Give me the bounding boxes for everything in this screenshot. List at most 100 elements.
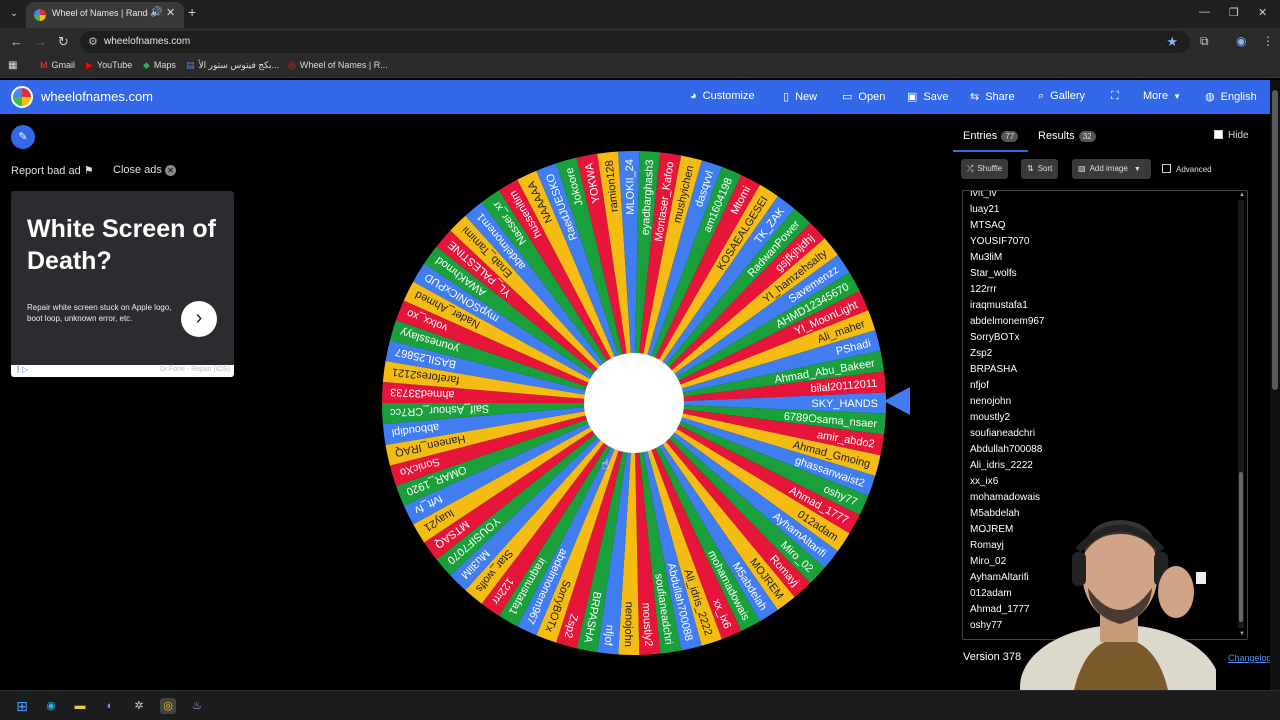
close-tab-icon[interactable]: ✕: [166, 6, 175, 19]
extensions-icon[interactable]: ⧉: [1200, 34, 1209, 49]
entry-line: fvft_fv: [970, 190, 997, 199]
globe-icon: ◍: [1205, 91, 1215, 103]
entry-line: luay21: [970, 204, 1000, 215]
windows-start-icon[interactable]: ⊞: [14, 698, 30, 714]
brand-title[interactable]: wheelofnames.com: [41, 89, 153, 104]
bookmark-gmail[interactable]: M Gmail: [40, 60, 75, 70]
report-bad-ad-link[interactable]: Report bad ad ⚑: [11, 164, 94, 177]
scroll-up-icon[interactable]: ▲: [1239, 192, 1245, 198]
audio-icon[interactable]: 🔊: [150, 7, 162, 18]
file-explorer-icon[interactable]: ▬: [72, 698, 88, 714]
ad-arrow-icon[interactable]: ›: [181, 301, 217, 337]
adchoices-icon[interactable]: ⋮▷: [14, 365, 28, 374]
tab-results[interactable]: Results 32: [1038, 130, 1096, 142]
browser-menu-icon[interactable]: ⋮: [1262, 34, 1274, 48]
profile-icon[interactable]: ◉: [1236, 34, 1246, 48]
site-info-icon[interactable]: ⚙: [88, 35, 98, 48]
gallery-button[interactable]: ⌕ Gallery: [1038, 90, 1085, 103]
entry-line: nfjof: [970, 380, 989, 391]
tab-entries[interactable]: Entries 77: [952, 130, 1029, 152]
entry-line: BRPASHA: [970, 364, 1018, 375]
entry-line: M5abdelah: [970, 508, 1020, 519]
palette-icon: ◕: [690, 90, 697, 102]
entry-line: Abdullah700088: [970, 444, 1043, 455]
open-button[interactable]: ▭ Open: [842, 90, 885, 103]
ad-footer: ⋮▷ Dr.Fone - Repair (iOS): [11, 365, 234, 377]
entry-line: YOUSIF7070: [970, 236, 1030, 247]
entry-line: mohamadowais: [970, 492, 1041, 503]
flag-icon: ⚑: [83, 165, 94, 177]
bookmark-wheel[interactable]: ◎ Wheel of Names | R...: [288, 60, 388, 71]
shuffle-icon: ⤮: [967, 164, 974, 173]
entry-line: Romayj: [970, 540, 1004, 551]
wheel-segment-label: SKY_HANDS: [811, 398, 878, 410]
edge-icon[interactable]: ◉: [43, 698, 59, 714]
url-text: wheelofnames.com: [104, 36, 191, 47]
chevron-down-icon: ▼: [1173, 92, 1181, 101]
wheel-icon: ◎: [288, 60, 296, 70]
save-icon: ▣: [907, 91, 918, 103]
advanced-checkbox[interactable]: Advanced: [1162, 164, 1212, 174]
advertisement[interactable]: White Screen of Death? Repair white scre…: [11, 191, 234, 377]
entry-line: soufianeadchri: [970, 428, 1036, 439]
hide-checkbox[interactable]: Hide: [1214, 130, 1249, 141]
customize-button[interactable]: ◕ Customize: [690, 90, 755, 102]
sort-icon: ⇅: [1027, 164, 1034, 173]
entry-line: Mu3liM: [970, 252, 1003, 263]
changelog-link[interactable]: Changelog: [1228, 653, 1272, 663]
tab-search-icon[interactable]: ⌄: [6, 6, 22, 22]
add-image-button[interactable]: ▨ Add image ▼: [1072, 159, 1151, 179]
close-window-icon[interactable]: ✕: [1258, 6, 1267, 19]
entry-line: moustly2: [970, 412, 1011, 423]
wheel-segment-label: MLOKII_24: [624, 159, 637, 215]
share-icon: ⇆: [970, 91, 980, 103]
edit-pencil-icon[interactable]: ✎: [11, 125, 35, 149]
page-scrollbar-thumb[interactable]: [1272, 90, 1278, 390]
share-button[interactable]: ⇆ Share: [970, 90, 1015, 103]
bookmark-star-icon[interactable]: ★: [1166, 34, 1178, 50]
steam-icon[interactable]: ♨: [189, 698, 205, 714]
app-icon[interactable]: ✲: [131, 698, 147, 714]
entry-line: Miro_02: [970, 556, 1007, 567]
entry-line: 122rrr: [970, 284, 997, 295]
version-label: Version 378: [963, 651, 1022, 663]
site-header: wheelofnames.com ◕ Customize ▯ New ▭ Open ▣…: [0, 80, 1280, 114]
wheel-pointer-icon: [884, 387, 910, 415]
wheel-logo-icon[interactable]: [11, 86, 33, 108]
scrollbar-thumb[interactable]: [1239, 472, 1243, 622]
restore-icon[interactable]: ❐: [1229, 6, 1239, 19]
checkbox-icon: [1162, 164, 1171, 173]
ad-body: Repair white screen stuck on Apple logo,…: [27, 303, 172, 323]
bookmark-maps[interactable]: ◆ Maps: [143, 60, 176, 71]
more-button[interactable]: More ▼: [1143, 90, 1187, 102]
fullscreen-button[interactable]: ⛶: [1111, 90, 1125, 103]
apps-icon[interactable]: ▦: [8, 60, 17, 71]
minimize-icon[interactable]: —: [1199, 6, 1210, 18]
entry-line: Star_wolfs: [970, 268, 1017, 279]
sort-button[interactable]: ⇅ Sort: [1021, 159, 1059, 179]
bookmark-youtube[interactable]: ▶ YouTube: [86, 60, 132, 71]
language-button[interactable]: ◍ English: [1205, 90, 1257, 103]
page-scrollbar[interactable]: [1270, 80, 1280, 690]
new-button[interactable]: ▯ New: [783, 90, 817, 103]
entry-line: SorryBOTx: [970, 332, 1020, 343]
back-icon[interactable]: ←: [10, 34, 23, 49]
forward-icon[interactable]: →: [34, 34, 47, 49]
close-circle-icon: ✕: [164, 165, 176, 176]
wheel-center-hub[interactable]: [584, 353, 684, 453]
save-button[interactable]: ▣ Save: [907, 90, 948, 103]
entries-scrollbar[interactable]: [1238, 200, 1244, 628]
chrome-icon[interactable]: ◎: [160, 698, 176, 714]
close-ads-link[interactable]: Close ads ✕: [113, 164, 176, 176]
discord-icon[interactable]: ◐: [102, 698, 118, 714]
reload-icon[interactable]: ↻: [58, 34, 69, 50]
scroll-down-icon[interactable]: ▼: [1239, 631, 1245, 637]
address-bar[interactable]: ⚙ wheelofnames.com ★: [80, 31, 1190, 53]
bookmark-doc[interactable]: ▤ بكج فيتوس ستور الأ...: [186, 60, 279, 71]
new-tab-icon[interactable]: +: [188, 4, 196, 20]
shuffle-button[interactable]: ⤮ Shuffle: [961, 159, 1009, 179]
bookmarks-bar: ▦ M Gmail ▶ YouTube ◆ Maps ▤ بكج فيتوس ستور …: [0, 56, 1280, 78]
browser-tab[interactable]: Wheel of Names | Random 🔊 ✕: [26, 2, 184, 28]
spin-wheel[interactable]: SKY_HANDS6789Osama_nsaeramir_abdo2Ahmad_…: [374, 143, 894, 663]
entry-line: Zsp2: [970, 348, 993, 359]
